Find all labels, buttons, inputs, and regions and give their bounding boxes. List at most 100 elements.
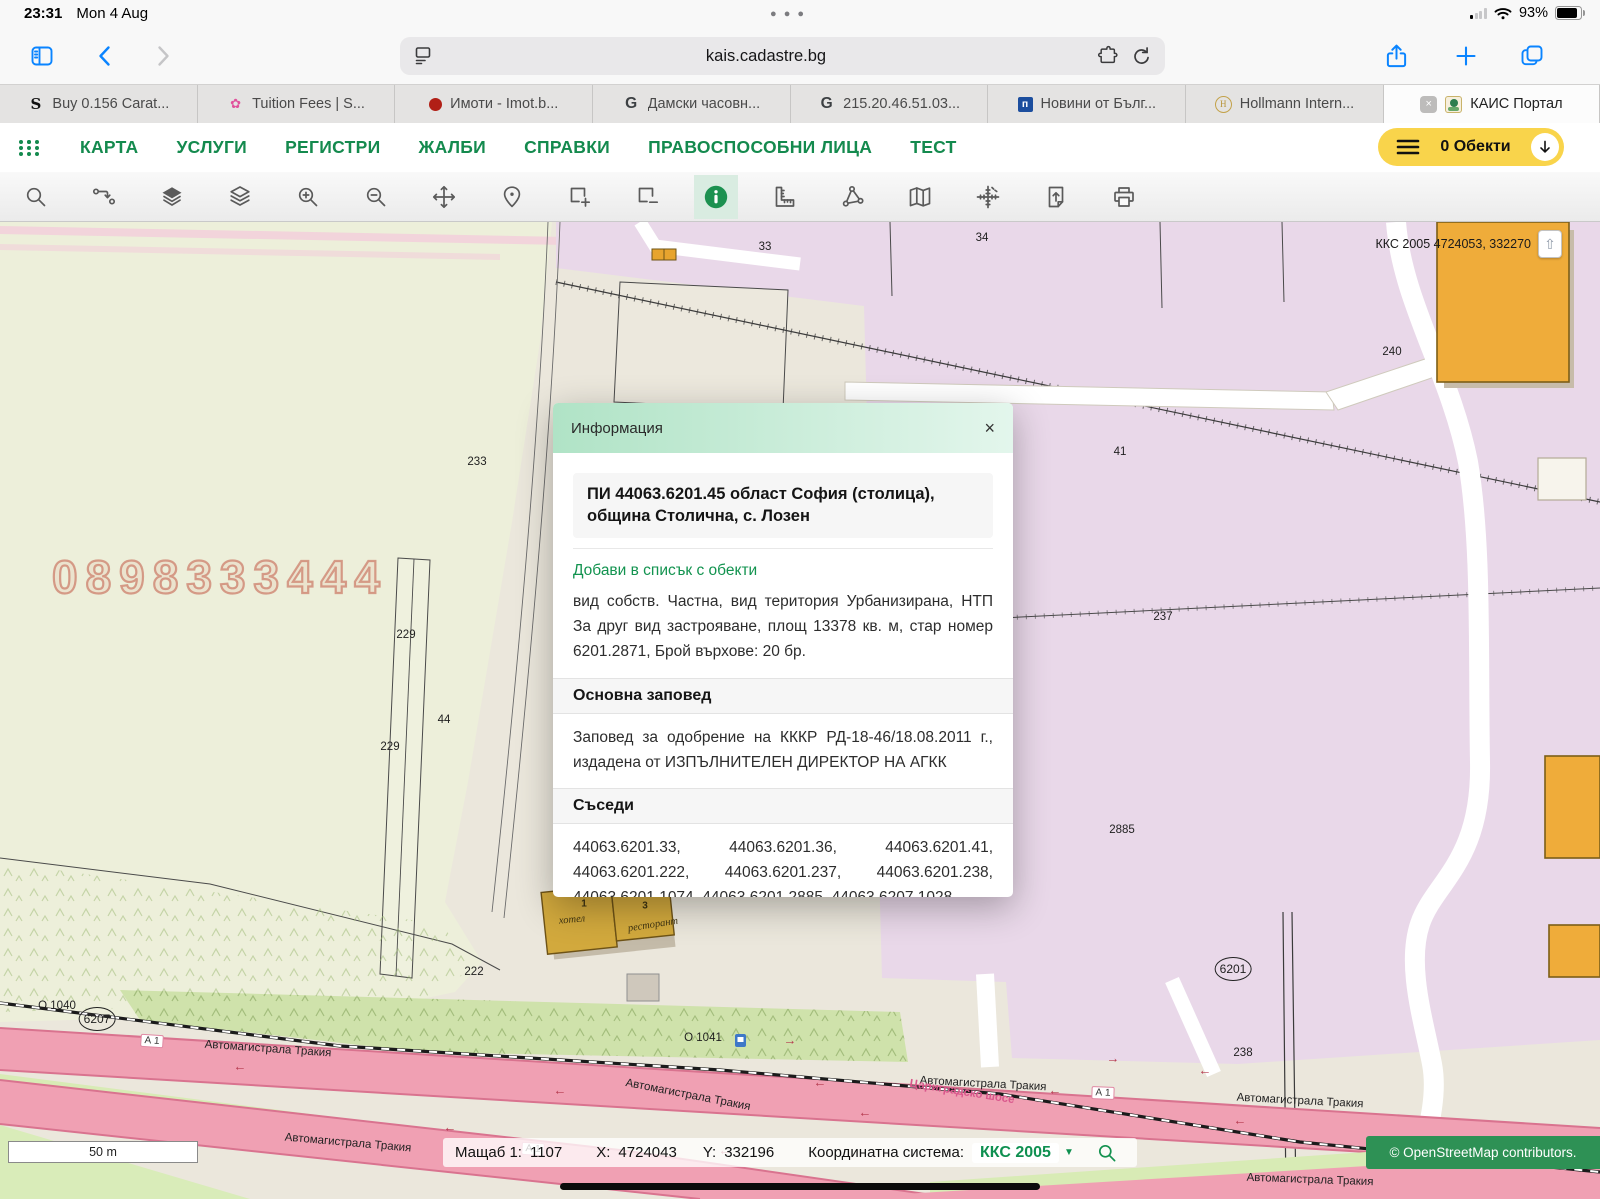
nav-item-4[interactable]: ЖАЛБИ bbox=[418, 137, 486, 158]
tab-favicon-flower: ✿ bbox=[227, 96, 244, 113]
crs-label: Координатна система: bbox=[808, 1144, 964, 1161]
nav-item-2[interactable]: УСЛУГИ bbox=[177, 137, 248, 158]
browser-tab-2[interactable]: Имоти - Imot.b... bbox=[395, 85, 593, 123]
tab-title: Новини от Бълг... bbox=[1041, 96, 1157, 112]
scale-value: 1107 bbox=[530, 1144, 562, 1161]
map-toolbar bbox=[0, 172, 1600, 222]
add-to-objects-link[interactable]: Добави в списък с обекти bbox=[573, 562, 757, 580]
zoom-in-tool-icon[interactable] bbox=[286, 175, 330, 219]
map-sheets-tool-icon[interactable] bbox=[898, 175, 942, 219]
tab-overview-button[interactable] bbox=[1518, 42, 1546, 70]
browser-tab-5[interactable]: п Новини от Бълг... bbox=[988, 85, 1186, 123]
map-label-parcel: 222 bbox=[464, 966, 483, 978]
tab-title: Дамски часовн... bbox=[648, 96, 760, 112]
share-button[interactable] bbox=[1382, 42, 1410, 70]
browser-tab-7[interactable]: × КАИС Портал bbox=[1384, 85, 1600, 123]
objects-expand-button[interactable] bbox=[1531, 133, 1559, 161]
print-tool-icon[interactable] bbox=[1102, 175, 1146, 219]
location-tool-icon[interactable] bbox=[490, 175, 534, 219]
tab-title: Buy 0.156 Carat... bbox=[52, 96, 169, 112]
search-icon bbox=[1096, 1142, 1118, 1164]
new-tab-button[interactable] bbox=[1452, 42, 1480, 70]
crs-selector[interactable]: ККС 2005 bbox=[972, 1143, 1059, 1163]
map-label-circled: 6207 bbox=[79, 1007, 116, 1031]
browser-tab-6[interactable]: HHollmann Intern... bbox=[1186, 85, 1384, 123]
search-tool-icon[interactable] bbox=[14, 175, 58, 219]
tab-strip: S Buy 0.156 Carat... ✿Tuition Fees | S...И… bbox=[0, 84, 1600, 123]
polygon-tool-icon[interactable] bbox=[830, 175, 874, 219]
browser-tab-1[interactable]: ✿Tuition Fees | S... bbox=[198, 85, 396, 123]
hamburger-icon bbox=[1396, 137, 1420, 157]
tab-favicon-ornate: S bbox=[27, 96, 44, 113]
map-label-badge: А 1 bbox=[140, 1034, 164, 1049]
map-canvas[interactable]: 0898333444 ККС 2005 4724053, 332270 ⇧ Ин… bbox=[0, 222, 1600, 1199]
coordinates-pointer-button[interactable]: ⇧ bbox=[1538, 230, 1562, 258]
scale-label: Мащаб 1: bbox=[455, 1144, 522, 1161]
battery-icon bbox=[1555, 6, 1582, 20]
layers-multi-tool-icon[interactable] bbox=[218, 175, 262, 219]
tab-title: Hollmann Intern... bbox=[1240, 96, 1354, 112]
info-tool-icon[interactable] bbox=[694, 175, 738, 219]
tab-favicon-box: п bbox=[1018, 97, 1033, 112]
map-label-arrow: → bbox=[784, 1033, 797, 1048]
back-button[interactable] bbox=[92, 42, 120, 70]
nav-item-5[interactable]: СПРАВКИ bbox=[524, 137, 610, 158]
map-label-arrow: ← bbox=[554, 1083, 567, 1098]
map-label-arrow: → bbox=[1107, 1051, 1120, 1066]
map-label-parcel: 229 bbox=[380, 741, 399, 753]
extensions-puzzle-icon[interactable] bbox=[1096, 44, 1120, 68]
x-label: X: bbox=[596, 1144, 610, 1161]
info-popup-header: Информация × bbox=[553, 403, 1013, 453]
browser-tab-4[interactable]: G215.20.46.51.03... bbox=[791, 85, 989, 123]
map-label-bldg: хотел bbox=[558, 913, 585, 926]
battery-percent: 93% bbox=[1519, 5, 1548, 21]
tab-close-icon[interactable]: × bbox=[1420, 96, 1437, 113]
map-label-arrow: ← bbox=[1234, 1113, 1247, 1128]
map-label-parcel: 237 bbox=[1153, 611, 1172, 623]
cellular-signal-icon bbox=[1470, 8, 1487, 19]
select-remove-tool-icon[interactable] bbox=[626, 175, 670, 219]
coordinates-tool-icon[interactable] bbox=[966, 175, 1010, 219]
order-text: Заповед за одобрение на КККР РД-18-46/18… bbox=[573, 725, 993, 775]
y-value: 332196 bbox=[724, 1144, 774, 1161]
tab-title: КАИС Портал bbox=[1470, 96, 1562, 112]
objects-list-button[interactable]: 0 Обекти bbox=[1378, 128, 1564, 166]
reload-icon[interactable] bbox=[1130, 45, 1153, 68]
map-label-bldgnum: 3 bbox=[642, 901, 648, 912]
nav-item-7[interactable]: ТЕСТ bbox=[910, 137, 956, 158]
layers-tool-icon[interactable] bbox=[150, 175, 194, 219]
browser-tab-3[interactable]: GДамски часовн... bbox=[593, 85, 791, 123]
nav-item-6[interactable]: ПРАВОСПОСОБНИ ЛИЦА bbox=[648, 137, 872, 158]
pan-tool-icon[interactable] bbox=[422, 175, 466, 219]
cursor-coordinates-text: ККС 2005 4724053, 332270 bbox=[1375, 237, 1531, 251]
home-indicator bbox=[560, 1183, 1040, 1190]
apps-grid-icon[interactable] bbox=[16, 135, 42, 161]
map-label-circled: 6201 bbox=[1215, 957, 1252, 981]
address-bar[interactable]: kais.cadastre.bg bbox=[400, 37, 1165, 75]
multitask-dots-icon: ● ● ● bbox=[770, 8, 806, 20]
map-label-parcel: 41 bbox=[1114, 446, 1127, 458]
date: Mon 4 Aug bbox=[76, 5, 148, 22]
nav-item-3[interactable]: РЕГИСТРИ bbox=[285, 137, 380, 158]
forward-button[interactable] bbox=[148, 42, 176, 70]
export-tool-icon[interactable] bbox=[1034, 175, 1078, 219]
zoom-out-tool-icon[interactable] bbox=[354, 175, 398, 219]
crs-dropdown-caret-icon[interactable]: ▼ bbox=[1064, 1147, 1074, 1158]
page-format-icon[interactable] bbox=[412, 44, 436, 68]
url-text[interactable]: kais.cadastre.bg bbox=[436, 47, 1096, 66]
objects-count-label: 0 Обекти bbox=[1434, 138, 1517, 156]
sidebar-toggle-button[interactable] bbox=[28, 42, 56, 70]
select-add-tool-icon[interactable] bbox=[558, 175, 602, 219]
route-tool-icon[interactable] bbox=[82, 175, 126, 219]
nav-item-1[interactable]: КАРТА bbox=[80, 137, 139, 158]
map-label-parcel: 240 bbox=[1382, 346, 1401, 358]
osm-attribution[interactable]: © OpenStreetMap contributors. bbox=[1366, 1136, 1600, 1169]
coordinate-search-button[interactable] bbox=[1096, 1142, 1118, 1164]
close-icon[interactable]: × bbox=[984, 419, 995, 437]
tab-favicon-kais bbox=[1445, 96, 1462, 113]
map-label-parcel: 44 bbox=[438, 714, 451, 726]
tab-title: 215.20.46.51.03... bbox=[843, 96, 960, 112]
arrow-down-icon bbox=[1537, 139, 1553, 155]
measure-tool-icon[interactable] bbox=[762, 175, 806, 219]
browser-tab-0[interactable]: S Buy 0.156 Carat... bbox=[0, 85, 198, 123]
